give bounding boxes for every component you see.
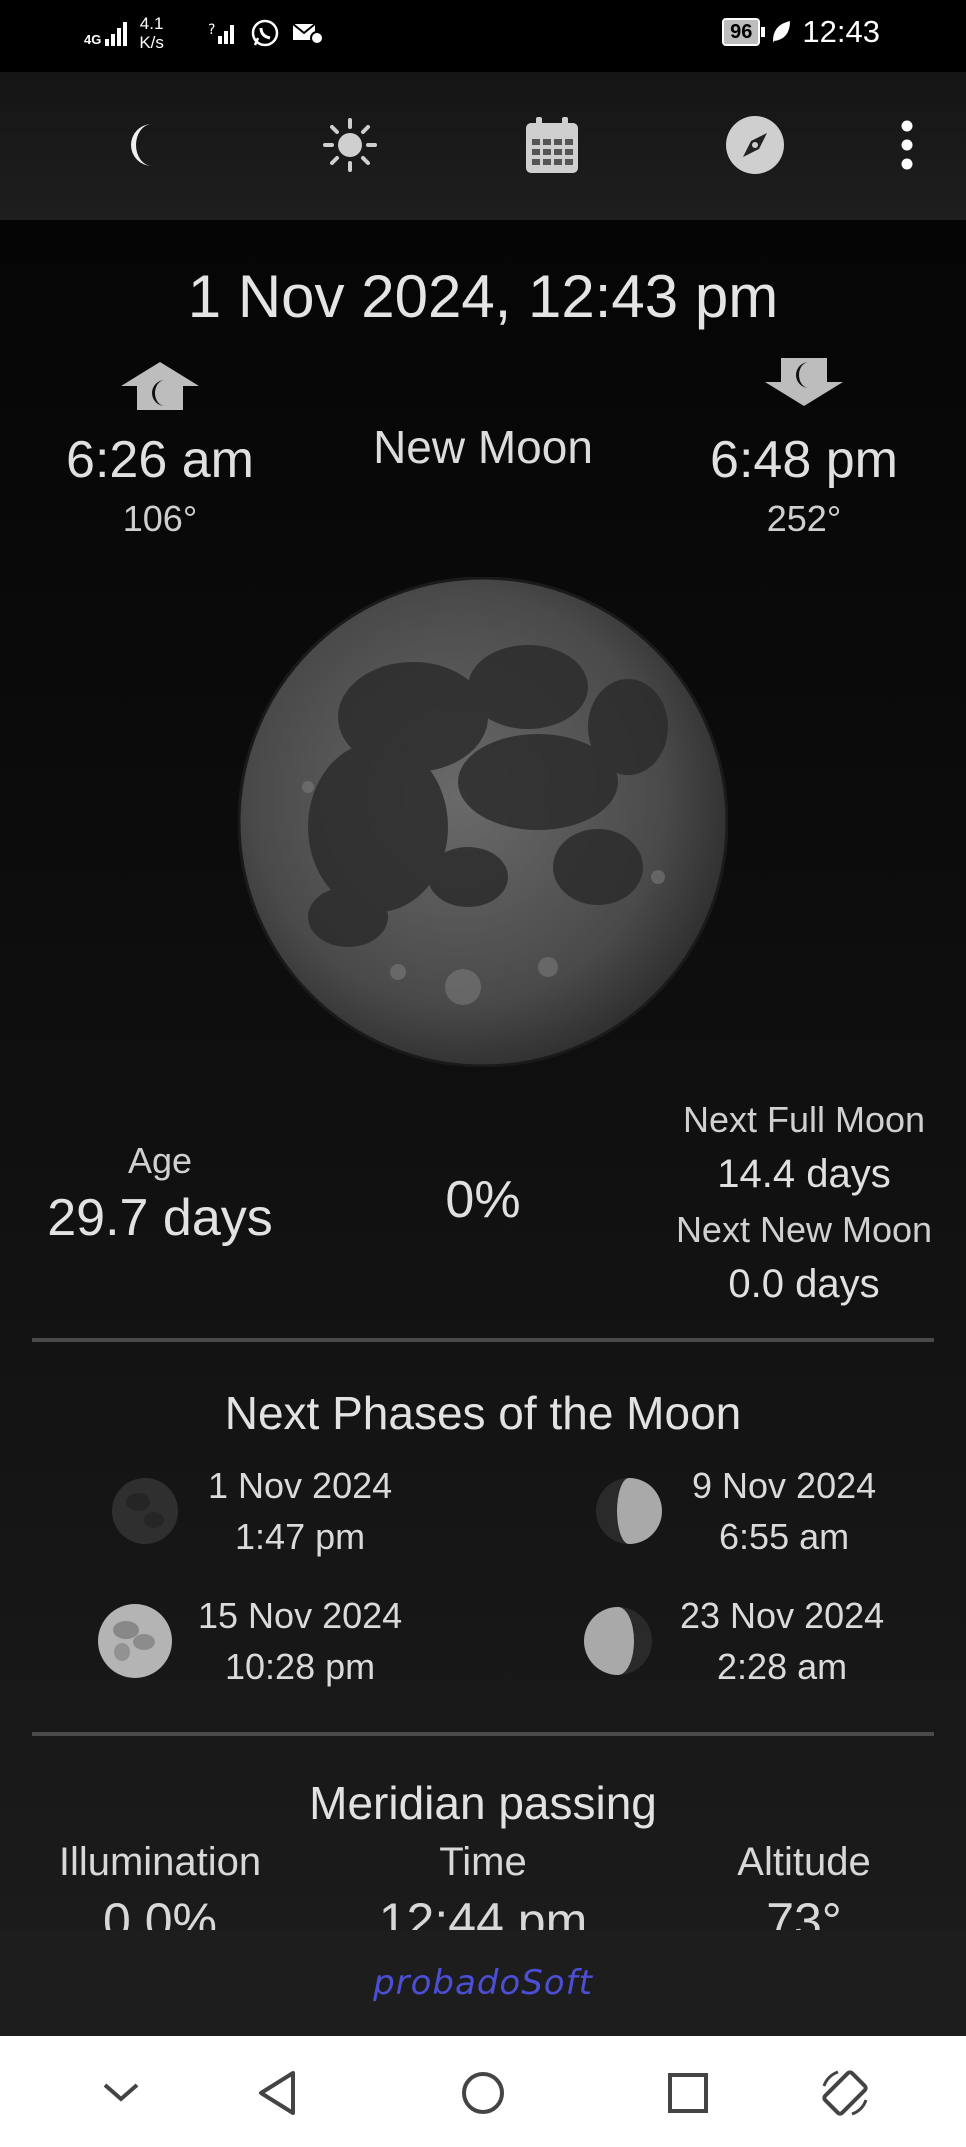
status-right: 96 12:43 — [722, 14, 880, 50]
moonset-info: 6:48 pm 252° — [664, 430, 944, 540]
full-moon-phase-icon — [98, 1604, 172, 1678]
moon-tab-button[interactable] — [114, 112, 180, 178]
next-full-label: Next Full Moon — [682, 1099, 926, 1140]
moonset-icon — [765, 358, 843, 406]
rotate-screen-icon — [822, 2070, 868, 2116]
brand-footer: probadoSoft — [0, 1930, 966, 2036]
overflow-menu-button[interactable] — [874, 112, 940, 178]
calendar-icon — [526, 117, 578, 173]
phase-item-first-quarter: 9 Nov 2024 6:55 am — [594, 1460, 876, 1562]
do-not-disturb-icon — [179, 23, 190, 43]
age-label: Age — [127, 1140, 193, 1181]
current-datetime: 1 Nov 2024, 12:43 pm — [187, 263, 779, 330]
wifi-signal-icon: ? — [208, 22, 234, 44]
back-triangle-icon — [259, 2071, 295, 2115]
moon-details: 1 Nov 2024, 12:43 pm 6:26 am 106° New Mo… — [0, 220, 966, 1930]
phase-time: 6:55 am — [719, 1516, 850, 1557]
battery-saver-leaf-icon — [773, 21, 791, 43]
battery-icon: 96 — [722, 18, 766, 46]
home-button[interactable] — [448, 2058, 518, 2128]
last-quarter-phase-icon — [584, 1607, 652, 1675]
sun-tab-button[interactable] — [317, 112, 383, 178]
illumination-percent: 0% — [445, 1171, 521, 1229]
first-quarter-phase-icon — [596, 1478, 662, 1544]
hide-nav-button[interactable] — [86, 2058, 156, 2128]
rotate-button[interactable] — [810, 2058, 880, 2128]
calendar-tab-button[interactable] — [519, 112, 585, 178]
phase-date: 1 Nov 2024 — [208, 1465, 393, 1506]
compass-tab-button[interactable] — [722, 112, 788, 178]
phase-time: 10:28 pm — [225, 1646, 376, 1687]
phase-date: 9 Nov 2024 — [692, 1465, 877, 1506]
divider — [32, 1338, 934, 1342]
phase-time: 2:28 am — [717, 1646, 848, 1687]
meridian-time-header: Time — [439, 1840, 527, 1884]
clock: 12:43 — [802, 14, 880, 49]
moonrise-icon — [121, 362, 199, 410]
next-phases-title: Next Phases of the Moon — [224, 1387, 742, 1439]
meridian-title: Meridian passing — [309, 1777, 657, 1829]
meridian-altitude-header: Altitude — [737, 1840, 871, 1884]
moon-image — [237, 576, 729, 1068]
phase-item-new: 1 Nov 2024 1:47 pm — [110, 1460, 392, 1562]
more-vert-icon — [901, 120, 913, 170]
next-new-label: Next New Moon — [675, 1209, 933, 1250]
moonset-time: 6:48 pm — [710, 431, 898, 489]
whatsapp-icon — [251, 19, 279, 47]
compass-icon — [726, 116, 784, 174]
network-type: 4G — [84, 32, 102, 47]
recents-square-icon — [668, 2073, 708, 2113]
home-circle-icon — [462, 2072, 504, 2114]
next-full-value: 14.4 days — [717, 1152, 891, 1196]
back-button[interactable] — [242, 2058, 312, 2128]
svg-text:?: ? — [208, 22, 215, 38]
meridian-illumination-value: 0.0% — [103, 1893, 217, 1930]
phase-item-full: 15 Nov 2024 10:28 pm — [96, 1590, 402, 1692]
status-bar: 4G 4.1 K/s ? 96 12:43 — [0, 0, 966, 72]
new-moon-phase-icon — [112, 1478, 178, 1544]
network-speed: 4.1 K/s — [139, 14, 164, 52]
phase-item-last-quarter: 23 Nov 2024 2:28 am — [582, 1590, 884, 1692]
meridian-time-value: 12:44 pm — [378, 1893, 588, 1930]
moonset-azimuth: 252° — [766, 498, 842, 539]
moonrise-azimuth: 106° — [122, 498, 198, 539]
system-nav-bar — [0, 2036, 966, 2147]
cell-signal-icon: 4G — [84, 20, 128, 47]
meridian-altitude-value: 73° — [766, 1893, 842, 1930]
recents-button[interactable] — [653, 2058, 723, 2128]
next-phase-countdown: Next Full Moon 14.4 days Next New Moon 0… — [654, 1092, 954, 1312]
chevron-down-icon — [103, 2083, 139, 2102]
age-info: Age 29.7 days — [20, 1140, 300, 1248]
mail-settings-icon — [292, 23, 324, 45]
status-left: 4G 4.1 K/s ? — [84, 14, 324, 52]
divider — [32, 1732, 934, 1736]
phase-date: 15 Nov 2024 — [198, 1595, 403, 1636]
phase-time: 1:47 pm — [235, 1516, 366, 1557]
brand-logo[interactable]: probadoSoft — [373, 1963, 593, 2003]
app-toolbar — [0, 72, 966, 220]
age-value: 29.7 days — [47, 1189, 273, 1247]
meridian-illumination-header: Illumination — [58, 1840, 262, 1884]
phase-date: 23 Nov 2024 — [680, 1595, 885, 1636]
moon-icon — [131, 124, 152, 166]
next-new-value: 0.0 days — [728, 1262, 880, 1306]
sun-icon — [323, 118, 377, 172]
